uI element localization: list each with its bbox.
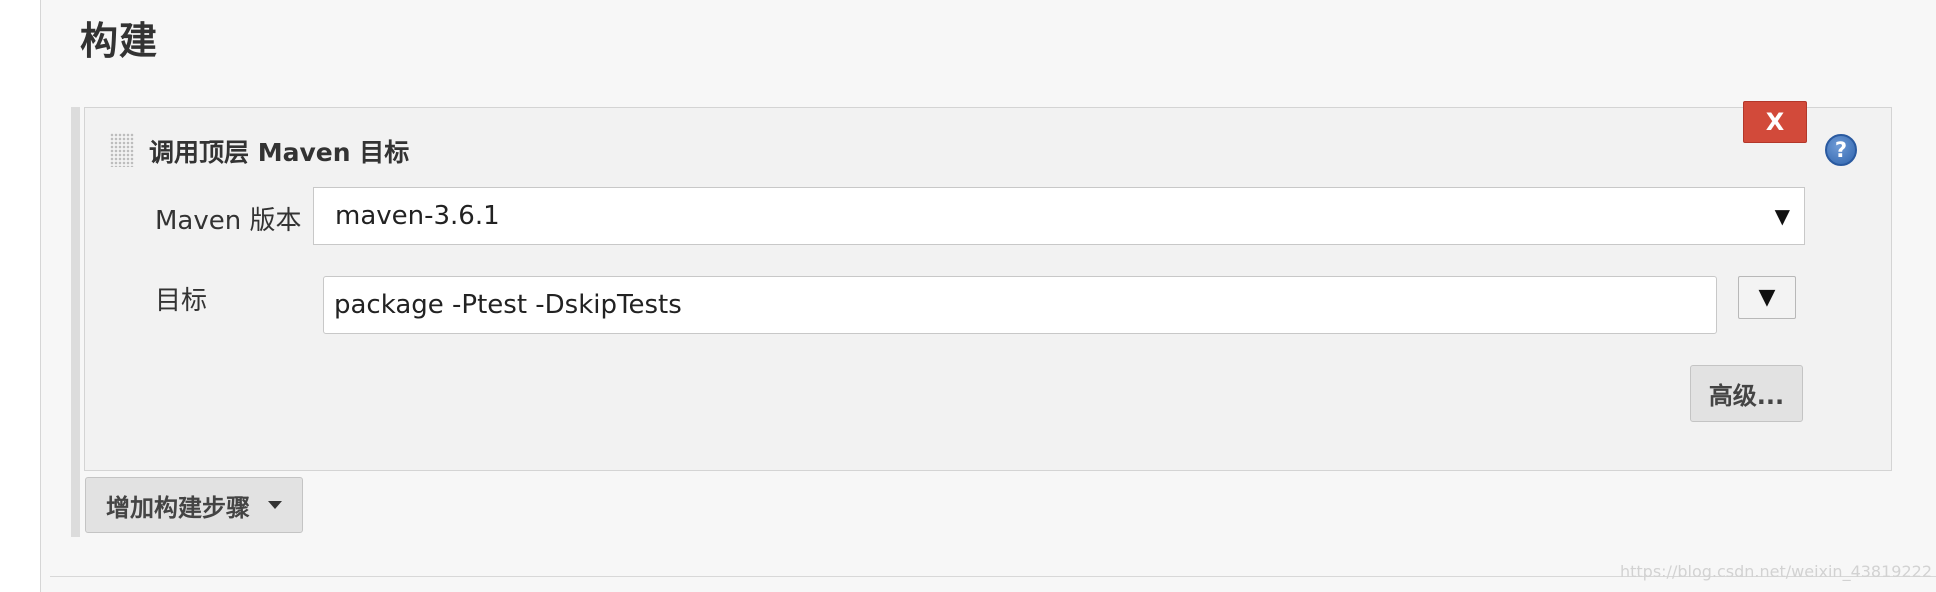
help-icon[interactable]: ? — [1825, 134, 1857, 166]
maven-version-value: maven-3.6.1 — [335, 201, 500, 231]
section-title: 构建 — [80, 19, 159, 63]
goal-label: 目标 — [155, 286, 208, 316]
expand-goal-button[interactable]: ▼ — [1738, 276, 1796, 319]
advanced-button[interactable]: 高级... — [1690, 365, 1803, 422]
watermark-text: https://blog.csdn.net/weixin_43819222 — [1619, 562, 1932, 581]
delete-step-button[interactable]: X — [1743, 101, 1807, 143]
maven-version-select[interactable]: maven-3.6.1 ▼ — [313, 187, 1805, 245]
add-build-step-label: 增加构建步骤 — [106, 493, 250, 522]
drag-handle-icon[interactable] — [110, 133, 134, 167]
caret-down-icon — [268, 501, 282, 509]
maven-version-label: Maven 版本 — [155, 206, 302, 236]
dropdown-arrow-icon: ▼ — [1774, 204, 1790, 228]
section-left-bar — [71, 107, 80, 537]
add-build-step-button[interactable]: 增加构建步骤 — [85, 477, 303, 533]
goal-input[interactable]: package -Ptest -DskipTests — [323, 276, 1717, 334]
build-step-title: 调用顶层 Maven 目标 — [149, 138, 410, 167]
